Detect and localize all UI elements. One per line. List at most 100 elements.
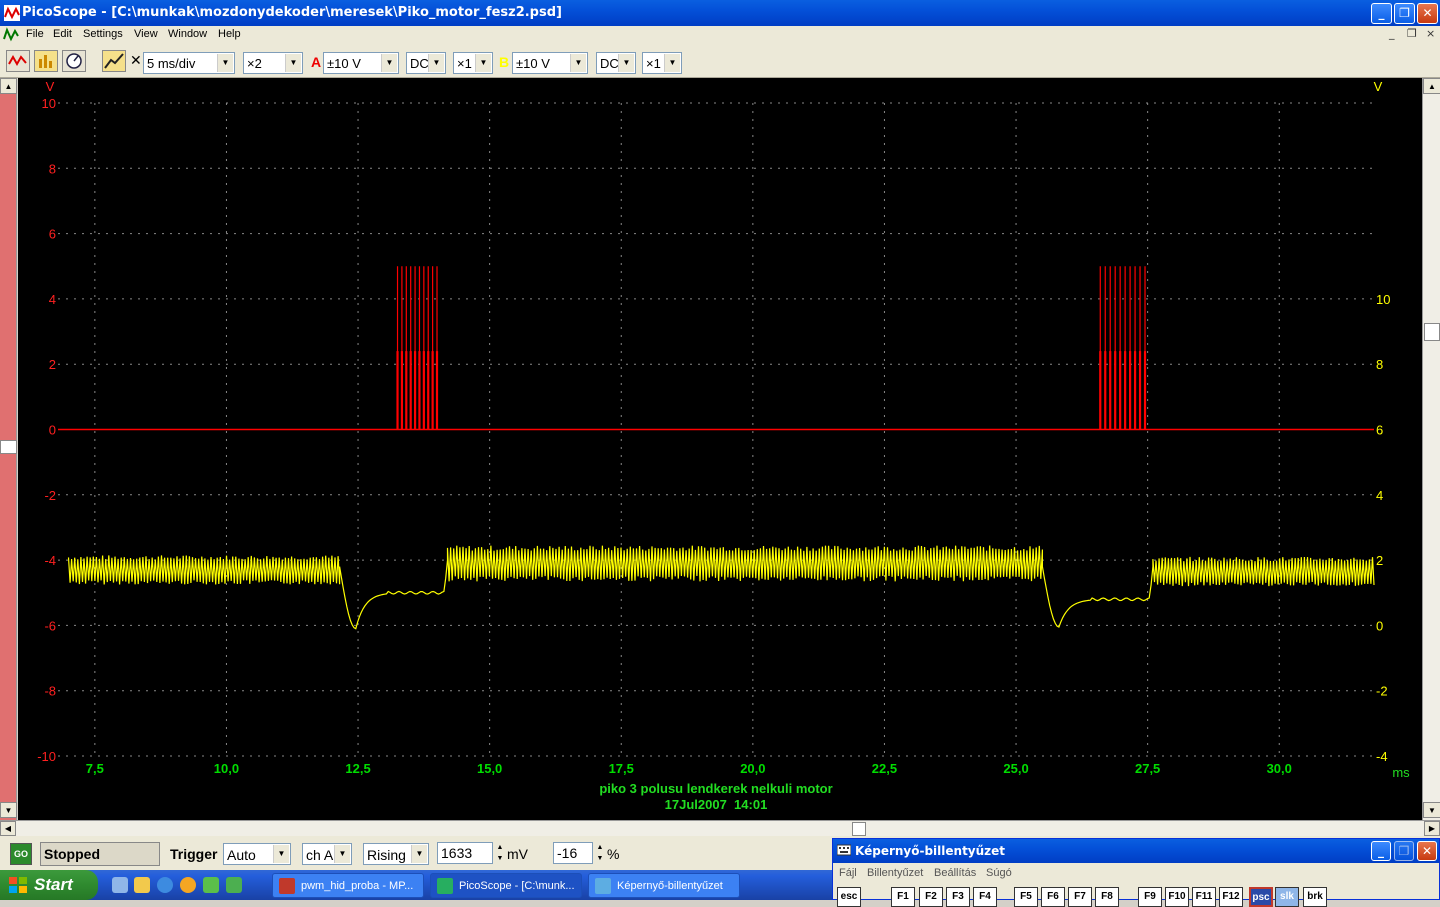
key-esc[interactable]: esc (837, 887, 861, 907)
media-player-icon[interactable] (180, 877, 196, 893)
internet-explorer-icon[interactable] (157, 877, 173, 893)
menu-help[interactable]: Help (218, 28, 241, 40)
keyboard-close-button[interactable]: ✕ (1417, 841, 1437, 861)
channel-b-offset-scrollbar[interactable]: ▲ ▼ (1422, 78, 1440, 820)
key-f4[interactable]: F4 (973, 887, 997, 907)
spectrum-view-button[interactable] (34, 50, 58, 72)
zoom-value: ×2 (247, 56, 262, 71)
quicklaunch-app-icon[interactable] (203, 877, 219, 893)
key-psc[interactable]: psc (1249, 887, 1273, 907)
channel-b-range-select[interactable]: ±10 V ▼ (512, 52, 588, 74)
channel-a-range-select[interactable]: ±10 V ▼ (323, 52, 399, 74)
menu-edit[interactable]: Edit (53, 28, 72, 40)
trigger-level-input[interactable]: 1633 (437, 842, 493, 864)
channel-a-tick-label: 4 (49, 292, 56, 307)
channel-a-offset-thumb[interactable] (0, 440, 17, 454)
key-f6[interactable]: F6 (1041, 887, 1065, 907)
key-f5[interactable]: F5 (1014, 887, 1038, 907)
channel-a-tick-label: 6 (49, 227, 56, 242)
trigger-channel-select[interactable]: ch A ▼ (302, 843, 352, 865)
key-f1[interactable]: F1 (891, 887, 915, 907)
scroll-right-icon[interactable]: ▶ (1424, 821, 1440, 836)
start-button[interactable]: Start (0, 870, 98, 900)
keyboard-menu-keyboard[interactable]: Billentyűzet (867, 867, 923, 879)
close-button[interactable]: ✕ (1417, 3, 1438, 24)
minimize-button[interactable]: _ (1371, 3, 1392, 24)
keyboard-menu-file[interactable]: Fájl (839, 867, 857, 879)
title-bar: PicoScope - [C:\munkak\mozdonydekoder\me… (0, 0, 1440, 26)
key-f9[interactable]: F9 (1138, 887, 1162, 907)
channel-b-offset-thumb[interactable] (1424, 323, 1440, 341)
keyboard-menu-help[interactable]: Súgó (986, 867, 1012, 879)
go-button[interactable]: GO (10, 843, 32, 865)
scope-view-button[interactable] (6, 50, 30, 72)
scroll-left-icon[interactable]: ◀ (0, 821, 16, 836)
trigger-delay-stepper[interactable]: ▲ ▼ (594, 842, 606, 864)
trigger-mode-select[interactable]: Auto ▼ (223, 843, 291, 865)
chevron-down-icon: ▼ (334, 845, 350, 863)
channel-a-offset-scrollbar[interactable]: ▲ ▼ (0, 78, 17, 820)
key-brk[interactable]: brk (1303, 887, 1327, 907)
menu-settings[interactable]: Settings (83, 28, 123, 40)
clear-icon[interactable]: ✕ (130, 53, 142, 69)
key-slk[interactable]: slk (1275, 887, 1299, 907)
channel-a-tick-label: 0 (49, 423, 56, 438)
key-f12[interactable]: F12 (1219, 887, 1243, 907)
timebase-select[interactable]: 5 ms/div ▼ (143, 52, 235, 74)
trace-button[interactable] (102, 50, 126, 72)
picoscope-doc-icon[interactable] (3, 27, 19, 43)
scroll-up-icon[interactable]: ▲ (0, 78, 17, 94)
key-f8[interactable]: F8 (1095, 887, 1119, 907)
show-desktop-icon[interactable] (112, 877, 128, 893)
menu-view[interactable]: View (134, 28, 158, 40)
explorer-icon[interactable] (134, 877, 150, 893)
channel-b-probe-select[interactable]: ×1 ▼ (642, 52, 682, 74)
channel-b-coupling-select[interactable]: DC ▼ (596, 52, 636, 74)
time-scrollbar[interactable]: ◀ ▶ (0, 820, 1440, 836)
trigger-edge-select[interactable]: Rising ▼ (363, 843, 429, 865)
scroll-down-icon[interactable]: ▼ (0, 802, 17, 818)
zoom-select[interactable]: ×2 ▼ (243, 52, 303, 74)
mdi-close-button[interactable]: × (1426, 27, 1435, 40)
scroll-up-icon[interactable]: ▲ (1423, 78, 1440, 94)
time-scroll-thumb[interactable] (852, 822, 866, 836)
menu-file[interactable]: File (26, 28, 44, 40)
trigger-edge-value: Rising (367, 847, 406, 863)
key-f10[interactable]: F10 (1165, 887, 1189, 907)
key-f7[interactable]: F7 (1068, 887, 1092, 907)
maximize-button[interactable]: ❐ (1394, 3, 1415, 24)
picoscope-quicklaunch-icon[interactable] (226, 877, 242, 893)
trigger-delay-input[interactable]: -16 (553, 842, 593, 864)
channel-b-tick-label: 10 (1376, 292, 1390, 307)
task-onscreen-keyboard[interactable]: Képernyő-billentyűzet (588, 873, 740, 898)
keyboard-minimize-button[interactable]: _ (1371, 841, 1391, 861)
menu-window[interactable]: Window (168, 28, 207, 40)
time-tick-label: 27,5 (1135, 761, 1160, 776)
mdi-restore-button[interactable]: ❐ (1407, 27, 1417, 40)
task-pwm-hid-proba[interactable]: pwm_hid_proba - MP... (272, 873, 424, 898)
channel-a-axis: 10 8 6 4 2 0 -2 -4 -6 -8 -10 (37, 96, 56, 764)
trigger-channel-value: ch A (306, 847, 334, 863)
meter-view-button[interactable] (62, 50, 86, 72)
channel-a-tick-label: -8 (44, 684, 56, 699)
scroll-down-icon[interactable]: ▼ (1423, 802, 1440, 818)
channel-a-coupling-select[interactable]: DC ▼ (406, 52, 446, 74)
channel-b-trace (67, 545, 1375, 630)
menu-bar: File Edit Settings View Window Help _ ❐ … (0, 26, 1440, 44)
key-f11[interactable]: F11 (1192, 887, 1216, 907)
keyboard-maximize-button[interactable]: ❐ (1394, 841, 1414, 861)
channel-b-coupling: DC (600, 56, 619, 71)
task-picoscope[interactable]: PicoScope - [C:\munk... (430, 873, 582, 898)
trigger-level-stepper[interactable]: ▲ ▼ (494, 842, 506, 864)
key-f2[interactable]: F2 (919, 887, 943, 907)
keyboard-icon (837, 844, 851, 856)
mdi-minimize-button[interactable]: _ (1389, 27, 1395, 40)
channel-b-tick-label: -2 (1376, 684, 1388, 699)
keyboard-menu-settings[interactable]: Beállítás (934, 867, 976, 879)
key-f3[interactable]: F3 (946, 887, 970, 907)
channel-b-waveform (67, 545, 1375, 630)
keyboard-title-bar: Képernyő-billentyűzet _ ❐ ✕ (833, 839, 1439, 863)
channel-b-tick-label: 8 (1376, 357, 1383, 372)
channel-a-label: A (311, 54, 322, 70)
channel-a-probe-select[interactable]: ×1 ▼ (453, 52, 493, 74)
